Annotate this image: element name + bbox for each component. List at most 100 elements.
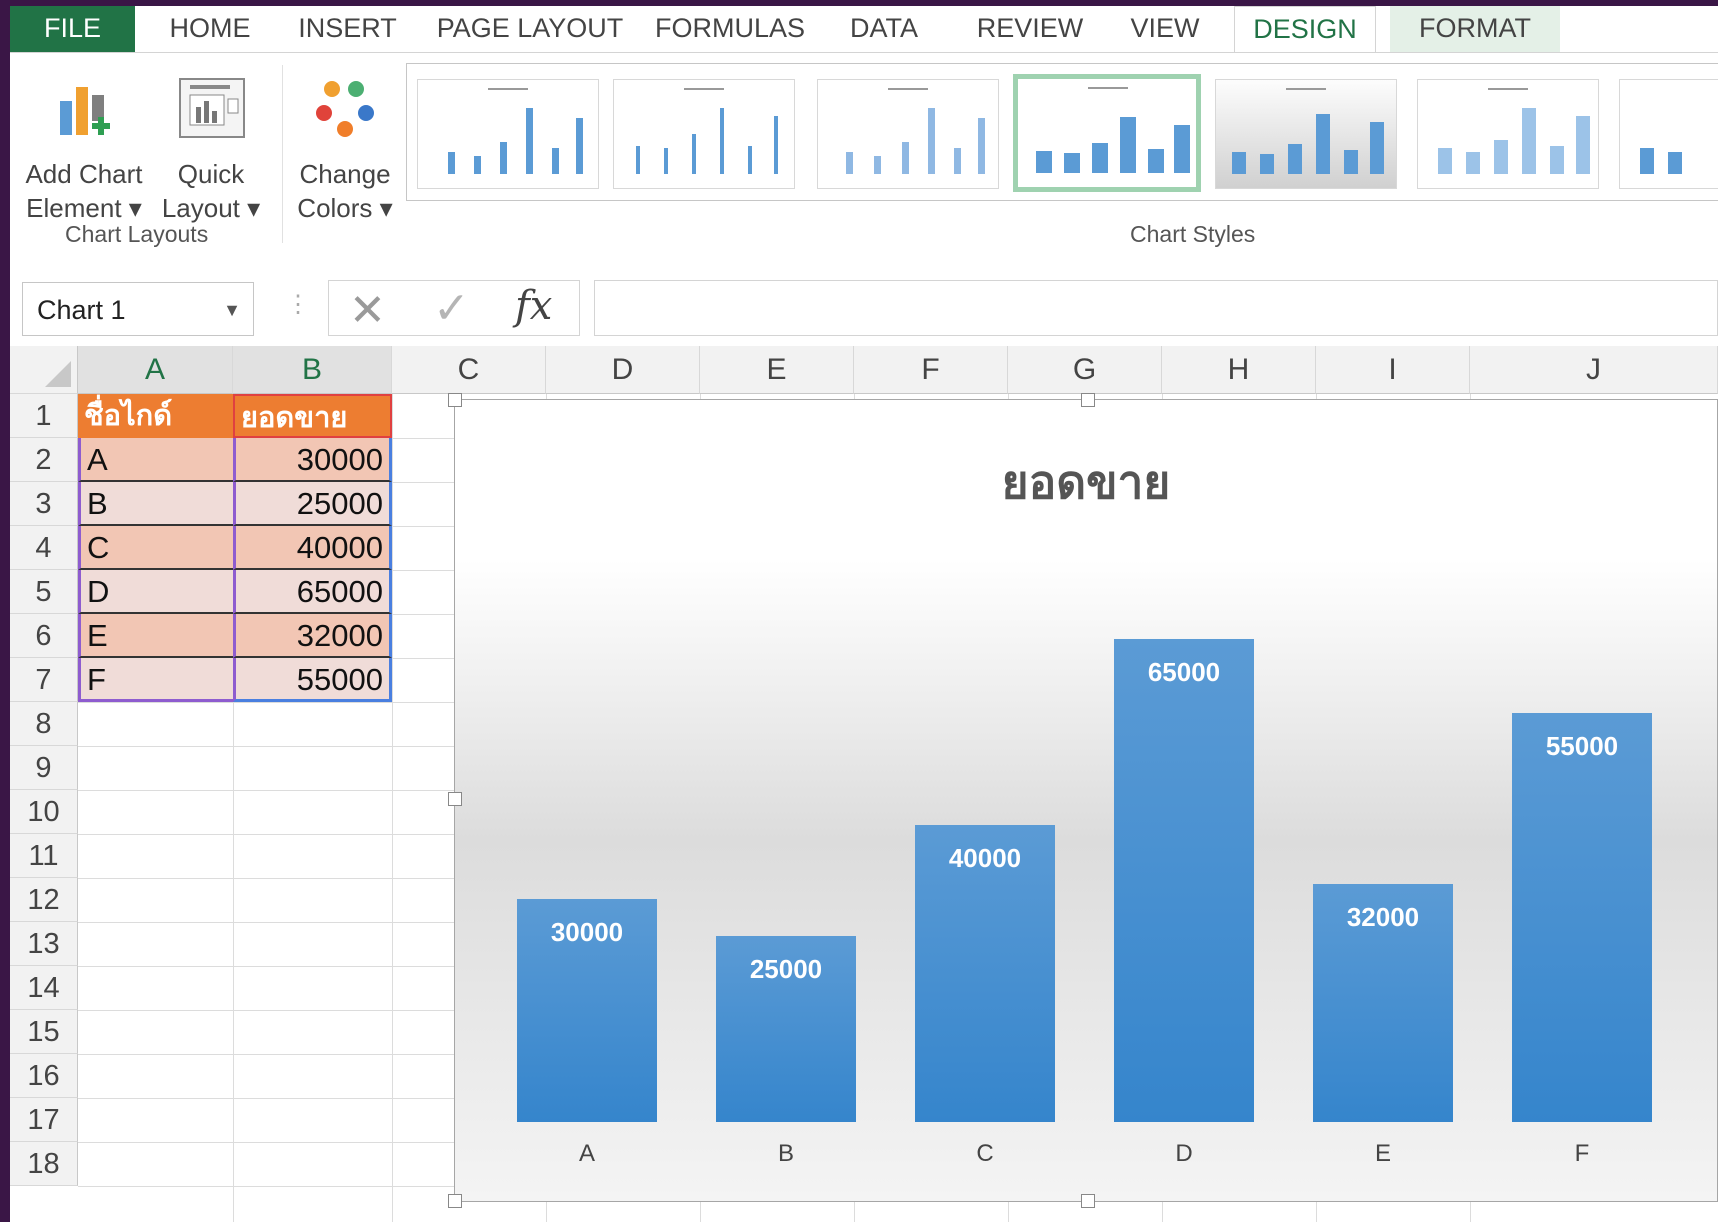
column-header-j[interactable]: J: [1470, 346, 1718, 394]
table-header-guide-name[interactable]: ชื่อไกด์: [78, 394, 233, 438]
column-header-f[interactable]: F: [854, 346, 1008, 394]
add-chart-element-label-2: Element ▾: [26, 193, 142, 223]
select-all-corner[interactable]: [10, 346, 78, 394]
row-header-17[interactable]: 17: [10, 1098, 78, 1142]
table-cell-sales[interactable]: 25000: [233, 482, 392, 526]
chart-style-5[interactable]: [1215, 79, 1397, 189]
bar-chart[interactable]: ยอดขาย 30000 A 25000 B 40000 C 65000 D 32000 E 550…: [448, 393, 1718, 1208]
column-header-g[interactable]: G: [1008, 346, 1162, 394]
chart-category-label[interactable]: E: [1313, 1140, 1453, 1168]
chart-data-label[interactable]: 55000: [1512, 731, 1652, 762]
chart-style-7[interactable]: [1619, 79, 1718, 189]
row-header-11[interactable]: 11: [10, 834, 78, 878]
column-header-h[interactable]: H: [1162, 346, 1316, 394]
row-header-13[interactable]: 13: [10, 922, 78, 966]
table-header-sales[interactable]: ยอดขาย: [233, 394, 392, 438]
chart-style-3[interactable]: [817, 79, 999, 189]
row-header-18[interactable]: 18: [10, 1142, 78, 1186]
add-chart-element-icon: [60, 87, 110, 135]
name-box-value: Chart 1: [37, 295, 126, 325]
row-header-1[interactable]: 1: [10, 394, 78, 438]
quick-layout-button[interactable]: Quick Layout ▾: [156, 77, 266, 223]
chart-data-label[interactable]: 32000: [1313, 902, 1453, 933]
row-header-16[interactable]: 16: [10, 1054, 78, 1098]
formula-bar: Chart 1 ▼ ⋮ ✕ ✓ fx: [10, 270, 1718, 346]
row-header-15[interactable]: 15: [10, 1010, 78, 1054]
drag-handle-icon[interactable]: ⋮: [286, 290, 310, 319]
column-header-c[interactable]: C: [392, 346, 546, 394]
row-header-8[interactable]: 8: [10, 702, 78, 746]
tab-page-layout[interactable]: PAGE LAYOUT: [425, 6, 635, 52]
chart-bar[interactable]: [1512, 713, 1652, 1122]
tab-format[interactable]: FORMAT: [1390, 6, 1560, 52]
tab-view[interactable]: VIEW: [1110, 6, 1220, 52]
table-cell-sales[interactable]: 65000: [233, 570, 392, 614]
tab-review[interactable]: REVIEW: [960, 6, 1100, 52]
chart-category-label[interactable]: D: [1114, 1140, 1254, 1168]
chart-data-label[interactable]: 30000: [517, 917, 657, 948]
tab-formulas[interactable]: FORMULAS: [650, 6, 810, 52]
formula-buttons: ✕ ✓ fx: [328, 280, 580, 336]
row-header-3[interactable]: 3: [10, 482, 78, 526]
table-cell-sales[interactable]: 30000: [233, 438, 392, 482]
chart-title[interactable]: ยอดขาย: [455, 446, 1717, 519]
table-cell-sales[interactable]: 55000: [233, 658, 392, 702]
chart-style-4-selected[interactable]: [1013, 74, 1201, 192]
column-header-a[interactable]: A: [78, 346, 233, 394]
resize-handle[interactable]: [448, 792, 462, 806]
resize-handle[interactable]: [1081, 393, 1095, 407]
name-box[interactable]: Chart 1 ▼: [22, 282, 254, 336]
resize-handle[interactable]: [448, 1194, 462, 1208]
row-header-6[interactable]: 6: [10, 614, 78, 658]
chart-category-label[interactable]: B: [716, 1140, 856, 1168]
insert-function-icon[interactable]: fx: [515, 283, 552, 329]
add-chart-element-label-1: Add Chart: [25, 159, 143, 189]
row-header-9[interactable]: 9: [10, 746, 78, 790]
chart-data-label[interactable]: 65000: [1114, 657, 1254, 688]
row-header-14[interactable]: 14: [10, 966, 78, 1010]
chart-style-1[interactable]: [417, 79, 599, 189]
tab-home[interactable]: HOME: [150, 6, 270, 52]
table-cell-name[interactable]: A: [78, 438, 233, 482]
row-header-2[interactable]: 2: [10, 438, 78, 482]
table-cell-name[interactable]: C: [78, 526, 233, 570]
resize-handle[interactable]: [448, 393, 462, 407]
table-cell-name[interactable]: B: [78, 482, 233, 526]
column-header-e[interactable]: E: [700, 346, 854, 394]
chart-data-label[interactable]: 40000: [915, 843, 1055, 874]
formula-input[interactable]: [594, 280, 1718, 336]
table-cell-sales[interactable]: 32000: [233, 614, 392, 658]
row-header-4[interactable]: 4: [10, 526, 78, 570]
column-header-i[interactable]: I: [1316, 346, 1470, 394]
row-header-12[interactable]: 12: [10, 878, 78, 922]
chart-category-label[interactable]: F: [1512, 1140, 1652, 1168]
cancel-icon[interactable]: ✕: [349, 285, 386, 336]
column-header-b[interactable]: B: [233, 346, 392, 394]
ribbon: Add Chart Element ▾ Quick Layout ▾ Chart…: [10, 52, 1718, 272]
row-header-5[interactable]: 5: [10, 570, 78, 614]
add-chart-element-button[interactable]: Add Chart Element ▾: [14, 77, 154, 223]
tab-design[interactable]: DESIGN: [1234, 6, 1376, 54]
resize-handle[interactable]: [1081, 1194, 1095, 1208]
group-label-chart-styles: Chart Styles: [1130, 221, 1256, 247]
chart-category-label[interactable]: C: [915, 1140, 1055, 1168]
chart-style-2[interactable]: [613, 79, 795, 189]
chart-bar[interactable]: [1114, 639, 1254, 1122]
column-header-d[interactable]: D: [546, 346, 700, 394]
enter-icon[interactable]: ✓: [433, 283, 470, 334]
chart-data-label[interactable]: 25000: [716, 954, 856, 985]
chart-style-6[interactable]: [1417, 79, 1599, 189]
change-colors-button[interactable]: Change Colors ▾: [292, 77, 398, 223]
table-cell-sales[interactable]: 40000: [233, 526, 392, 570]
quick-layout-icon: [179, 78, 245, 138]
chart-category-label[interactable]: A: [517, 1140, 657, 1168]
row-header-7[interactable]: 7: [10, 658, 78, 702]
tab-file[interactable]: FILE: [10, 6, 135, 52]
table-cell-name[interactable]: E: [78, 614, 233, 658]
row-header-10[interactable]: 10: [10, 790, 78, 834]
table-cell-name[interactable]: D: [78, 570, 233, 614]
tab-data[interactable]: DATA: [822, 6, 946, 52]
tab-insert[interactable]: INSERT: [280, 6, 415, 52]
table-cell-name[interactable]: F: [78, 658, 233, 702]
chevron-down-icon[interactable]: ▼: [223, 283, 241, 337]
